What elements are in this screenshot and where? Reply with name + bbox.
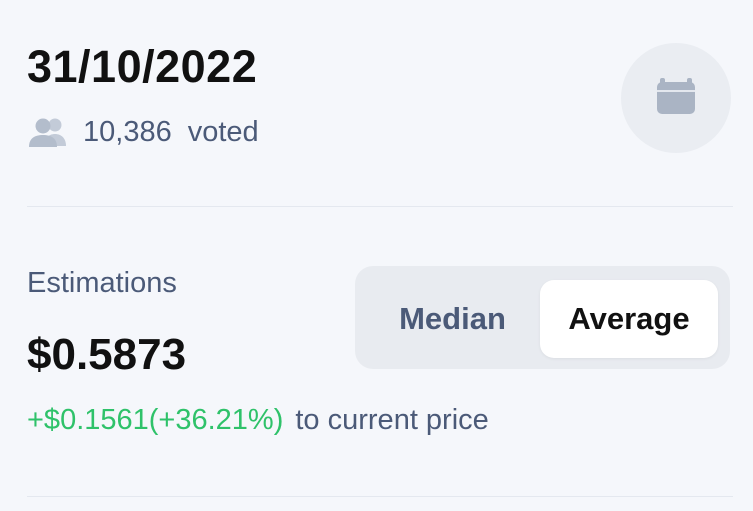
voted-count: 10,386 bbox=[83, 115, 172, 148]
divider bbox=[27, 496, 733, 497]
average-toggle-option[interactable]: Average bbox=[540, 280, 718, 358]
voted-summary: 10,386 voted bbox=[28, 113, 259, 151]
voted-label: voted bbox=[187, 115, 259, 148]
divider bbox=[27, 206, 733, 207]
estimation-value: $0.5873 bbox=[27, 330, 187, 379]
date-title: 31/10/2022 bbox=[27, 41, 258, 92]
calendar-button[interactable] bbox=[621, 43, 731, 153]
estimations-label: Estimations bbox=[27, 267, 177, 299]
price-change-amount: +$0.1561(+36.21%) bbox=[27, 404, 284, 436]
price-change-row: +$0.1561(+36.21%) to current price bbox=[27, 401, 489, 439]
median-toggle-option[interactable]: Median bbox=[367, 280, 538, 358]
calendar-icon bbox=[656, 77, 696, 120]
price-change-suffix: to current price bbox=[295, 404, 489, 436]
estimation-type-toggle: Median Average bbox=[355, 266, 730, 369]
users-icon bbox=[28, 116, 68, 148]
